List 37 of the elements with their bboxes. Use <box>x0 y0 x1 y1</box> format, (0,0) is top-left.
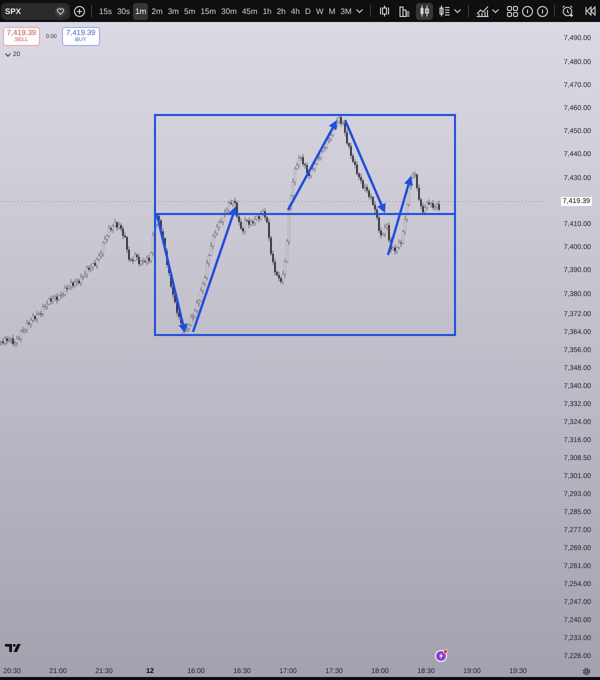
alarm-clock-icon <box>562 5 574 17</box>
chevron-down-icon <box>492 9 500 13</box>
interval-button[interactable]: 15m <box>198 2 218 20</box>
heart-icon <box>55 6 66 16</box>
interval-button[interactable]: 1h <box>260 2 274 20</box>
interval-button[interactable]: W <box>314 2 326 20</box>
symbol-search-field[interactable]: SPX <box>1 2 70 20</box>
settings-icon <box>582 667 591 676</box>
interval-button[interactable]: 30m <box>219 2 239 20</box>
line-chart-icon <box>476 5 489 17</box>
interval-button[interactable]: 1m <box>133 2 148 20</box>
lightning-icon[interactable] <box>435 649 448 662</box>
interval-button[interactable]: 5m <box>182 2 198 20</box>
add-button[interactable] <box>73 4 86 18</box>
candle-outline-icon <box>378 5 390 17</box>
rewind-icon <box>584 6 596 16</box>
plus-circle-icon <box>74 6 85 16</box>
interval-button[interactable]: 4h <box>288 2 302 20</box>
chevron-down-icon <box>454 9 462 13</box>
interval-button[interactable]: 2m <box>150 2 165 20</box>
interval-button[interactable]: D <box>302 2 313 20</box>
interval-button[interactable]: 15s <box>97 2 114 20</box>
columns-icon <box>398 5 410 17</box>
chart-style-button[interactable] <box>416 2 433 20</box>
chevron-down-icon[interactable] <box>5 52 11 56</box>
interval-button[interactable]: 3M <box>338 2 354 20</box>
interval-button[interactable]: 2h <box>274 2 288 20</box>
interval-button[interactable]: 30s <box>115 2 132 20</box>
settings-button[interactable] <box>582 667 591 676</box>
grid-icon <box>506 6 518 16</box>
logo-icon <box>5 644 21 652</box>
candles-icon <box>418 5 430 17</box>
candle-lines-icon <box>438 5 450 17</box>
interval-button[interactable]: M <box>326 2 338 20</box>
chevron-down-icon <box>356 9 364 13</box>
interval-button[interactable]: 3m <box>166 2 181 20</box>
interval-button[interactable]: 45m <box>240 2 260 20</box>
